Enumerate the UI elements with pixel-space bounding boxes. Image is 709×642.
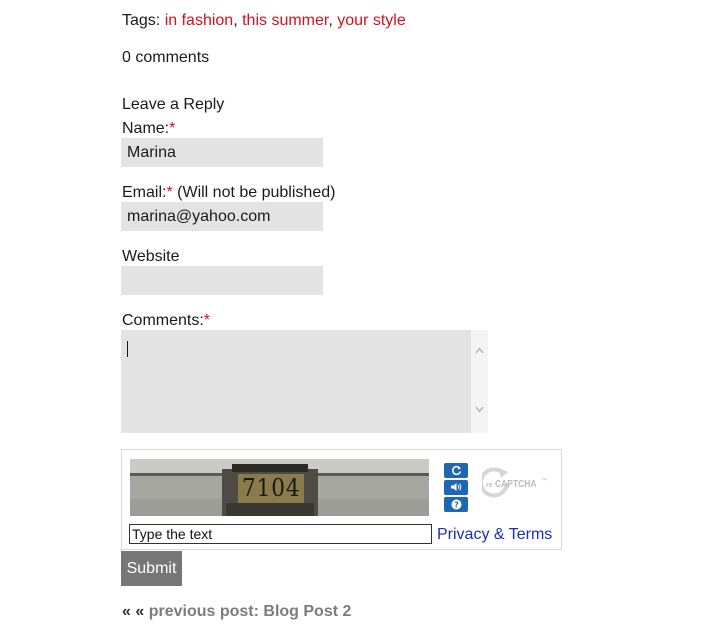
comments-scrollbar[interactable] [471,330,488,433]
comments-count: 0 comments [122,49,210,66]
comments-textarea[interactable] [121,330,471,433]
tag-link-this-summer[interactable]: this summer [242,12,328,29]
recaptcha-logo-prefix: re [486,482,493,489]
required-mark: * [169,120,176,137]
scroll-down-icon[interactable] [475,406,484,415]
captcha-image-text: 7104 [242,474,301,502]
submit-button[interactable]: Submit [121,551,182,586]
recaptcha-logo: re CAPTCHA ™ [482,465,557,505]
recaptcha-widget: 7104 ? re CAPTCHA ™ Privacy & Terms [121,449,562,550]
post-tags: Tags: in fashion, this summer, your styl… [122,12,406,29]
recaptcha-logo-text: CAPTCHA [495,479,537,490]
website-field[interactable] [121,266,323,295]
tag-link-in-fashion[interactable]: in fashion [165,12,234,29]
comments-label: Comments:* [122,312,211,329]
captcha-response-input[interactable] [129,524,432,544]
tags-label: Tags: [122,12,161,29]
captcha-image: 7104 [130,459,429,516]
name-label: Name:* [122,120,176,137]
name-field[interactable] [121,138,323,167]
privacy-terms-link[interactable]: Privacy & Terms [437,526,552,544]
svg-text:?: ? [454,501,459,510]
required-mark: * [166,184,173,201]
previous-post-nav: « « previous post: Blog Post 2 [122,602,351,622]
help-icon[interactable]: ? [444,497,468,512]
reply-heading: Leave a Reply [122,96,225,113]
tag-link-your-style[interactable]: your style [337,12,405,29]
required-mark: * [203,312,211,329]
email-label: Email:* (Will not be published) [122,184,336,201]
recaptcha-logo-tm: ™ [541,478,547,484]
email-field[interactable] [121,202,323,231]
previous-post-link[interactable]: previous post: Blog Post 2 [149,603,352,620]
website-label: Website [122,248,180,265]
comments-textarea-container [121,330,488,433]
email-privacy-note: (Will not be published) [177,184,336,201]
refresh-icon[interactable] [444,463,468,478]
previous-arrows: « « [122,603,145,620]
audio-icon[interactable] [444,480,468,495]
text-caret [127,341,128,357]
scroll-up-icon[interactable] [475,347,484,356]
